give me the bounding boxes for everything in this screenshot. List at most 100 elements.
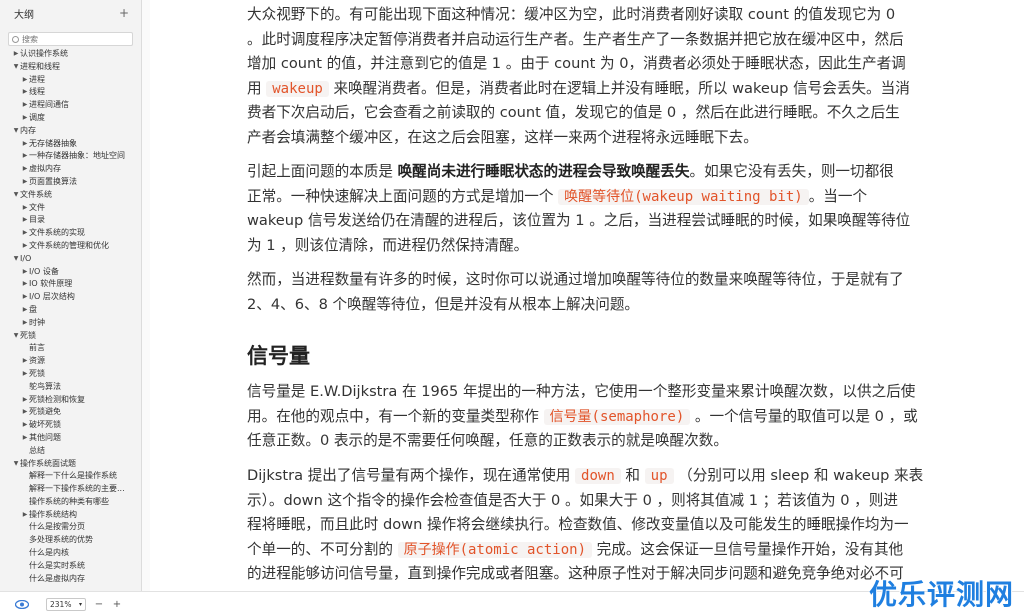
caret-right-icon[interactable]: ▶ xyxy=(21,394,29,407)
outline-item[interactable]: ▶ 死锁检测和恢复 xyxy=(0,394,141,407)
outline-item[interactable]: ▶ 资源 xyxy=(0,355,141,368)
outline-item[interactable]: ▶ 文件系统的实现 xyxy=(0,227,141,240)
caret-right-icon[interactable]: ▶ xyxy=(21,317,29,330)
caret-down-icon[interactable]: ▼ xyxy=(12,189,20,202)
sidebar-scrollbar[interactable] xyxy=(142,0,150,591)
outline-item-label: 文件系统的实现 xyxy=(29,228,85,238)
caret-right-icon[interactable]: ▶ xyxy=(21,227,29,240)
caret-right-icon[interactable]: ▶ xyxy=(21,432,29,445)
outline-item-label: 目录 xyxy=(29,215,45,225)
outline-item[interactable]: 什么是实时系统 xyxy=(0,560,141,573)
outline-item[interactable]: 鸵鸟算法 xyxy=(0,381,141,394)
caret-right-icon[interactable]: ▶ xyxy=(21,419,29,432)
caret-right-icon[interactable]: ▶ xyxy=(21,163,29,176)
outline-item[interactable]: ▶ IO 软件原理 xyxy=(0,278,141,291)
outline-item-label: 多处理系统的优势 xyxy=(29,535,93,545)
caret-right-icon[interactable]: ▶ xyxy=(21,176,29,189)
outline-item[interactable]: ▼ 进程和线程 xyxy=(0,61,141,74)
outline-item[interactable]: ▶ 死锁 xyxy=(0,368,141,381)
caret-right-icon[interactable]: ▶ xyxy=(21,86,29,99)
caret-right-icon[interactable]: ▶ xyxy=(21,240,29,253)
caret-right-icon[interactable]: ▶ xyxy=(21,74,29,87)
outline-item[interactable]: 什么是内核 xyxy=(0,547,141,560)
eye-icon[interactable] xyxy=(12,598,32,610)
outline-list: ▶ 认识操作系统 ▼ 进程和线程 ▶ 进程 ▶ 线程 ▶ 进程间通信 ▶ 调度 ▼ 内存 ▶ 无存储器抽象 ▶ 一… xyxy=(0,48,141,585)
outline-item[interactable]: ▶ 时钟 xyxy=(0,317,141,330)
outline-item-label: I/O 层次结构 xyxy=(29,292,75,302)
outline-item-label: 解释一下操作系统的主要... xyxy=(29,484,125,494)
outline-item[interactable]: ▶ 线程 xyxy=(0,86,141,99)
outline-item[interactable]: ▼ 内存 xyxy=(0,125,141,138)
outline-item[interactable]: ▶ 目录 xyxy=(0,214,141,227)
outline-item-label: 认识操作系统 xyxy=(20,49,68,58)
outline-item[interactable]: ▶ 一种存储器抽象：地址空间 xyxy=(0,150,141,163)
outline-item[interactable]: 操作系统的种类有哪些 xyxy=(0,496,141,509)
caret-down-icon[interactable]: ▼ xyxy=(12,330,20,343)
caret-right-icon[interactable]: ▶ xyxy=(21,304,29,317)
outline-item[interactable]: 什么是虚拟内存 xyxy=(0,573,141,586)
outline-item-label: 操作系统结构 xyxy=(29,509,77,519)
outline-item[interactable]: ▶ 页面置换算法 xyxy=(0,176,141,189)
outline-item-label: 进程 xyxy=(29,74,45,84)
search-input[interactable] xyxy=(22,34,122,44)
outline-item[interactable]: ▶ 其他问题 xyxy=(0,432,141,445)
outline-item[interactable]: ▶ 破坏死锁 xyxy=(0,419,141,432)
outline-item[interactable]: ▶ 进程间通信 xyxy=(0,99,141,112)
caret-right-icon[interactable]: ▶ xyxy=(21,368,29,381)
caret-right-icon[interactable]: ▶ xyxy=(21,214,29,227)
caret-right-icon[interactable]: ▶ xyxy=(21,406,29,419)
outline-item[interactable]: 前言 xyxy=(0,342,141,355)
outline-item-label: 进程和线程 xyxy=(20,61,60,71)
outline-item[interactable]: 多处理系统的优势 xyxy=(0,534,141,547)
inline-code: 原子操作(atomic action) xyxy=(397,541,593,558)
outline-item[interactable]: ▼ I/O xyxy=(0,253,141,266)
caret-right-icon[interactable]: ▶ xyxy=(21,99,29,112)
outline-item[interactable]: ▶ 文件系统的管理和优化 xyxy=(0,240,141,253)
outline-item[interactable]: ▶ I/O 设备 xyxy=(0,266,141,279)
outline-item-label: 破坏死锁 xyxy=(29,420,61,430)
outline-item[interactable]: ▼ 死锁 xyxy=(0,330,141,343)
caret-down-icon[interactable]: ▼ xyxy=(12,125,20,138)
outline-item[interactable]: 什么是按需分页 xyxy=(0,521,141,534)
outline-item[interactable]: ▶ 死锁避免 xyxy=(0,406,141,419)
outline-item[interactable]: 总结 xyxy=(0,445,141,458)
outline-item-label: 其他问题 xyxy=(29,432,61,442)
outline-item[interactable]: ▼ 文件系统 xyxy=(0,189,141,202)
zoom-out-button[interactable]: − xyxy=(94,599,104,610)
caret-down-icon[interactable]: ▼ xyxy=(12,61,20,74)
caret-right-icon[interactable]: ▶ xyxy=(21,150,29,163)
caret-right-icon[interactable]: ▶ xyxy=(21,278,29,291)
outline-item[interactable]: ▶ I/O 层次结构 xyxy=(0,291,141,304)
caret-right-icon[interactable]: ▶ xyxy=(21,291,29,304)
zoom-select[interactable]: 231% ▾ xyxy=(46,597,86,611)
outline-item-label: 无存储器抽象 xyxy=(29,138,77,148)
caret-right-icon[interactable]: ▶ xyxy=(21,266,29,279)
caret-right-icon[interactable]: ▶ xyxy=(12,48,20,61)
caret-right-icon[interactable]: ▶ xyxy=(21,138,29,151)
caret-right-icon[interactable]: ▶ xyxy=(21,112,29,125)
outline-item-label: 资源 xyxy=(29,356,45,366)
outline-item[interactable]: ▶ 盘 xyxy=(0,304,141,317)
outline-item[interactable]: ▶ 文件 xyxy=(0,202,141,215)
section-heading: 信号量 xyxy=(247,344,310,368)
outline-item[interactable]: 解释一下操作系统的主要... xyxy=(0,483,141,496)
zoom-in-button[interactable]: + xyxy=(112,599,122,610)
outline-item[interactable]: ▼ 操作系统面试题 xyxy=(0,458,141,471)
caret-right-icon[interactable]: ▶ xyxy=(21,509,29,522)
caret-down-icon[interactable]: ▼ xyxy=(12,253,20,266)
caret-right-icon[interactable]: ▶ xyxy=(21,202,29,215)
outline-item[interactable]: ▶ 进程 xyxy=(0,74,141,87)
outline-item[interactable]: ▶ 虚拟内存 xyxy=(0,163,141,176)
outline-item[interactable]: ▶ 认识操作系统 xyxy=(0,48,141,61)
sidebar-search[interactable] xyxy=(8,32,133,46)
text-line: 用。在他的观点中，有一个新的变量类型称作 信号量(semaphore) 。一个信… xyxy=(247,407,918,425)
outline-item[interactable]: ▶ 调度 xyxy=(0,112,141,125)
caret-right-icon[interactable]: ▶ xyxy=(21,355,29,368)
outline-item[interactable]: ▶ 操作系统结构 xyxy=(0,509,141,522)
caret-down-icon[interactable]: ▼ xyxy=(12,458,20,471)
text-line: 2、4、6、8 个唤醒等待位，但是并没有从根本上解决问题。 xyxy=(247,295,640,313)
outline-item[interactable]: ▶ 无存储器抽象 xyxy=(0,138,141,151)
add-icon[interactable]: + xyxy=(119,6,129,20)
outline-item-label: 进程间通信 xyxy=(29,100,69,110)
outline-item[interactable]: 解释一下什么是操作系统 xyxy=(0,470,141,483)
